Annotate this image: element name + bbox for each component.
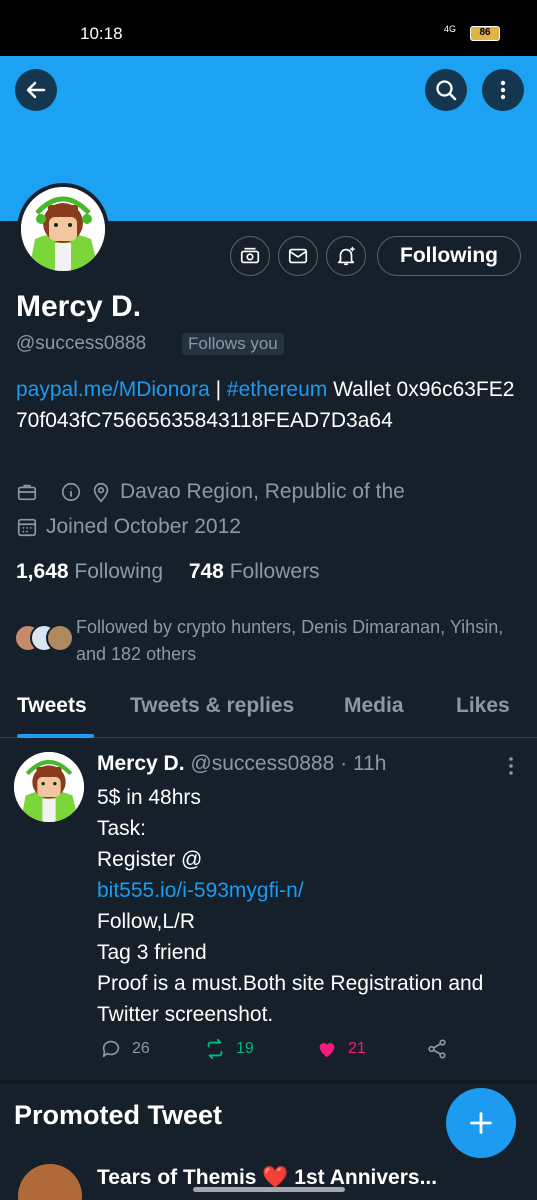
promoted-heading: Promoted Tweet <box>14 1100 223 1130</box>
retweet-button[interactable]: 19 <box>204 1038 254 1060</box>
profile-joined: Joined October 2012 <box>46 515 241 538</box>
profile-meta-location: Davao Region, Republic of the <box>16 480 405 504</box>
search-icon <box>436 80 457 101</box>
profile-name: Mercy D. <box>16 290 142 323</box>
share-button[interactable] <box>426 1038 458 1060</box>
status-time: 10:18 <box>80 24 123 43</box>
like-button[interactable]: 21 <box>316 1038 366 1060</box>
tab-likes[interactable]: Likes <box>456 694 510 718</box>
battery-indicator: 86 <box>470 26 500 41</box>
reply-icon <box>102 1040 120 1058</box>
follow-counts: 1,648 Following 748 Followers <box>16 560 320 584</box>
status-bar: 10:18 4G 86 <box>0 0 537 56</box>
heart-icon <box>319 1043 335 1058</box>
avatar-illustration <box>21 187 105 271</box>
tip-jar-button[interactable] <box>230 236 270 276</box>
profile-avatar[interactable] <box>17 183 109 275</box>
bell-plus-icon <box>337 246 355 266</box>
followers-link[interactable]: 748 Followers <box>189 560 320 583</box>
network-indicator: 4G <box>444 24 457 34</box>
reply-button[interactable]: 26 <box>100 1038 150 1060</box>
compose-tweet-button[interactable] <box>446 1088 516 1158</box>
tweet-line: Proof is a must.Both site Registration a… <box>97 972 484 1026</box>
mail-icon <box>288 248 308 264</box>
more-vertical-icon <box>500 80 506 100</box>
followers-label: Followers <box>229 560 320 583</box>
promoted-tweet[interactable]: Tears of Themis ❤️ 1st Annivers... <box>0 1160 537 1200</box>
tweet-author-handle[interactable]: @success0888 <box>190 752 334 775</box>
search-button[interactable] <box>425 69 467 111</box>
tweet-text: 5$ in 48hrs Task: Register @ bit555.io/i… <box>97 782 517 1030</box>
home-indicator[interactable] <box>193 1187 345 1192</box>
message-button[interactable] <box>278 236 318 276</box>
profile-meta-joined: Joined October 2012 <box>16 515 241 539</box>
location-pin-icon <box>93 482 109 503</box>
profile-handle: @success0888 <box>16 333 147 354</box>
reply-count: 26 <box>132 1040 150 1057</box>
tab-tweets[interactable]: Tweets <box>17 694 87 718</box>
tweet-more-icon[interactable] <box>506 756 516 776</box>
like-count: 21 <box>348 1040 366 1057</box>
mutual-avatars <box>14 624 74 654</box>
tweet-line: 5$ in 48hrs <box>97 786 201 809</box>
following-count: 1,648 <box>16 560 69 583</box>
retweet-icon <box>207 1038 223 1060</box>
bio-link[interactable]: paypal.me/MDionora <box>16 378 210 401</box>
tweet-line: Register @ <box>97 848 203 871</box>
tip-jar-icon <box>240 247 260 264</box>
profile-bio: paypal.me/MDionora | #ethereum Wallet 0x… <box>16 374 526 436</box>
active-tab-indicator <box>17 734 94 738</box>
followed-by-text: Followed by crypto hunters, Denis Dimara… <box>76 617 504 664</box>
section-divider <box>0 1080 537 1084</box>
tab-tweets-replies[interactable]: Tweets & replies <box>130 694 294 718</box>
calendar-icon <box>17 518 37 537</box>
tweet-line: Follow,L/R <box>97 910 196 933</box>
bio-separator: | <box>209 378 227 401</box>
mutual-avatar <box>46 624 74 652</box>
tweet-author-name[interactable]: Mercy D. <box>97 752 185 775</box>
tweet[interactable]: Mercy D. @success0888 · 11h 5$ in 48hrs … <box>0 740 537 1076</box>
tweet-header: Mercy D. @success0888 · 11h <box>97 752 386 776</box>
following-link[interactable]: 1,648 Following <box>16 560 163 583</box>
retweet-count: 19 <box>236 1040 254 1057</box>
following-button[interactable]: Following <box>377 236 521 276</box>
share-icon <box>428 1039 446 1059</box>
tweet-line: Tag 3 friend <box>97 941 207 964</box>
following-label: Following <box>74 560 164 583</box>
profile-tabs: Tweets Tweets & replies Media Likes <box>0 680 537 738</box>
more-options-button[interactable] <box>482 69 524 111</box>
tweet-line: Task: <box>97 817 147 840</box>
back-button[interactable] <box>15 69 57 111</box>
notifications-button[interactable] <box>326 236 366 276</box>
arrow-left-icon <box>26 81 46 99</box>
tweet-avatar[interactable] <box>14 752 84 822</box>
tab-media[interactable]: Media <box>344 694 404 718</box>
followers-count: 748 <box>188 560 224 583</box>
briefcase-icon <box>17 484 37 501</box>
avatar-illustration <box>14 752 84 822</box>
profile-location: Davao Region, Republic of the <box>120 480 405 503</box>
plus-icon <box>470 1112 492 1134</box>
tweet-time: · 11h <box>340 752 387 775</box>
bio-hashtag[interactable]: #ethereum <box>227 378 327 401</box>
promoted-avatar[interactable] <box>18 1164 82 1200</box>
follows-you-badge: Follows you <box>182 333 284 355</box>
info-icon <box>61 482 81 502</box>
tweet-link[interactable]: bit555.io/i-593mygfi-n/ <box>97 875 517 906</box>
